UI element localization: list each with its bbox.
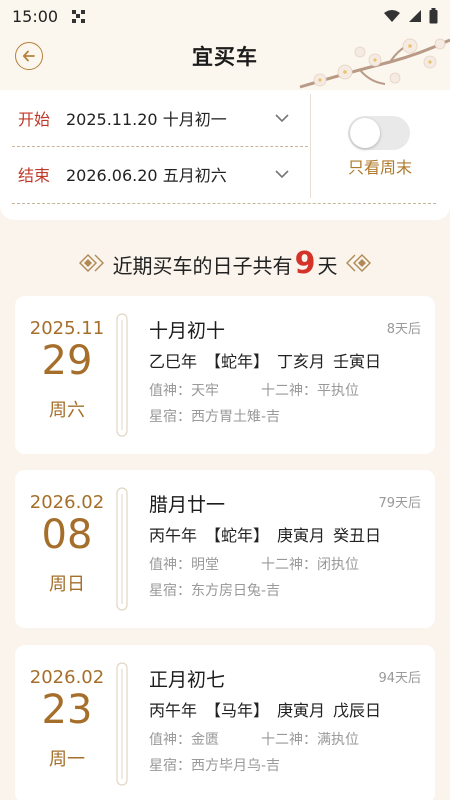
plum-blossom-decoration (299, 38, 450, 89)
wifi-icon (384, 10, 400, 22)
ganzhi-day: 癸丑日 (333, 526, 382, 545)
zodiac: 【马年】 (205, 701, 270, 720)
shiershen: 十二神：闭执位 (261, 557, 359, 573)
scroll-divider-ornament (116, 662, 128, 786)
day-number: 23 (41, 687, 93, 733)
lunar-date: 正月初七 (149, 669, 226, 691)
deity-line: 值神：天牢 十二神：平执位 (149, 380, 359, 400)
ganzhi-day: 戊辰日 (333, 701, 382, 720)
weekend-only-toggle[interactable] (348, 116, 410, 150)
days-after: 94天后 (378, 671, 421, 686)
divider (310, 94, 311, 198)
end-date-selector[interactable]: 结束 2026.06.20 五月初六 (0, 146, 310, 202)
list-item[interactable]: 2025.11 29 周六 十月初十 8天后 乙巳年 【蛇年】 丁亥月 壬寅日 值神：… (15, 296, 435, 454)
date-column: 2025.11 29 周六 (15, 296, 119, 454)
ganzhi-year: 丙午年 (149, 526, 198, 545)
list-item[interactable]: 2026.02 23 周一 正月初七 94天后 丙午年 【马年】 庚寅月 戊辰日 值神… (15, 645, 435, 800)
zodiac: 【蛇年】 (205, 526, 270, 545)
status-time: 15:00 (12, 6, 59, 26)
summary-count: 9 (294, 245, 316, 281)
weekday: 周日 (49, 574, 85, 595)
lunar-date: 腊月廿一 (149, 494, 226, 516)
list-item[interactable]: 2026.02 08 周日 腊月廿一 79天后 丙午年 【蛇年】 庚寅月 癸丑日 值神… (15, 470, 435, 628)
ganzhi-month: 庚寅月 (277, 701, 326, 720)
date-column: 2026.02 23 周一 (15, 645, 119, 800)
summary-suffix: 天 (317, 253, 338, 278)
date-column: 2026.02 08 周日 (15, 470, 119, 628)
notification-icon (72, 9, 86, 23)
diamond-ornament-icon (346, 254, 372, 272)
divider (12, 203, 436, 204)
xingxiu: 星宿：西方毕月乌-吉 (149, 758, 281, 774)
summary-text: 近期买车的日子共有9 天 (113, 246, 338, 281)
day-number: 29 (41, 338, 93, 384)
end-date-value: 2026.06.20 五月初六 (66, 166, 227, 185)
deity-line: 值神：明堂 十二神：闭执位 (149, 554, 359, 574)
app-header: 宜买车 (0, 32, 450, 90)
days-after: 79天后 (378, 496, 421, 511)
zodiac: 【蛇年】 (205, 352, 270, 371)
chevron-down-icon (275, 114, 289, 123)
start-date-value: 2025.11.20 十月初一 (66, 110, 227, 129)
ganzhi-line: 乙巳年 【蛇年】 丁亥月 壬寅日 (149, 348, 389, 372)
xingxiu: 星宿：西方胃土雉-吉 (149, 409, 281, 425)
shiershen: 十二神：平执位 (261, 383, 359, 399)
ganzhi-line: 丙午年 【马年】 庚寅月 戊辰日 (149, 697, 389, 721)
lunar-date: 十月初十 (149, 320, 226, 342)
weekday: 周六 (49, 400, 85, 421)
weekday: 周一 (49, 749, 85, 770)
day-number: 08 (41, 512, 93, 558)
weekend-only-label: 只看周末 (347, 158, 412, 177)
xingxiu: 星宿：东方房日兔-吉 (149, 583, 281, 599)
diamond-ornament-icon (78, 254, 104, 272)
year-month: 2026.02 (29, 492, 105, 513)
status-bar: 15:00 (0, 0, 450, 32)
ganzhi-line: 丙午年 【蛇年】 庚寅月 癸丑日 (149, 522, 389, 546)
battery-icon (429, 8, 438, 24)
start-date-selector[interactable]: 开始 2025.11.20 十月初一 (0, 90, 310, 146)
deity-line: 值神：金匮 十二神：满执位 (149, 729, 359, 749)
year-month: 2025.11 (29, 318, 105, 339)
zhishen: 值神：金匮 (149, 732, 219, 748)
ganzhi-year: 乙巳年 (149, 352, 198, 371)
ganzhi-day: 壬寅日 (333, 352, 382, 371)
days-after: 8天后 (386, 322, 421, 337)
date-range-card: 开始 2025.11.20 十月初一 结束 2026.06.20 五月初六 只看… (0, 90, 450, 220)
signal-icon (409, 10, 421, 22)
shiershen: 十二神：满执位 (261, 732, 359, 748)
toggle-knob (350, 118, 380, 148)
zhishen: 值神：天牢 (149, 383, 219, 399)
start-label: 开始 (18, 110, 51, 129)
scroll-divider-ornament (116, 313, 128, 437)
ganzhi-month: 庚寅月 (277, 526, 326, 545)
chevron-down-icon (275, 170, 289, 179)
year-month: 2026.02 (29, 667, 105, 688)
summary-heading: 近期买车的日子共有9 天 (0, 240, 450, 286)
zhishen: 值神：明堂 (149, 557, 219, 573)
end-label: 结束 (18, 166, 51, 185)
scroll-divider-ornament (116, 487, 128, 611)
summary-prefix: 近期买车的日子共有 (112, 253, 293, 278)
ganzhi-month: 丁亥月 (277, 352, 326, 371)
ganzhi-year: 丙午年 (149, 701, 198, 720)
